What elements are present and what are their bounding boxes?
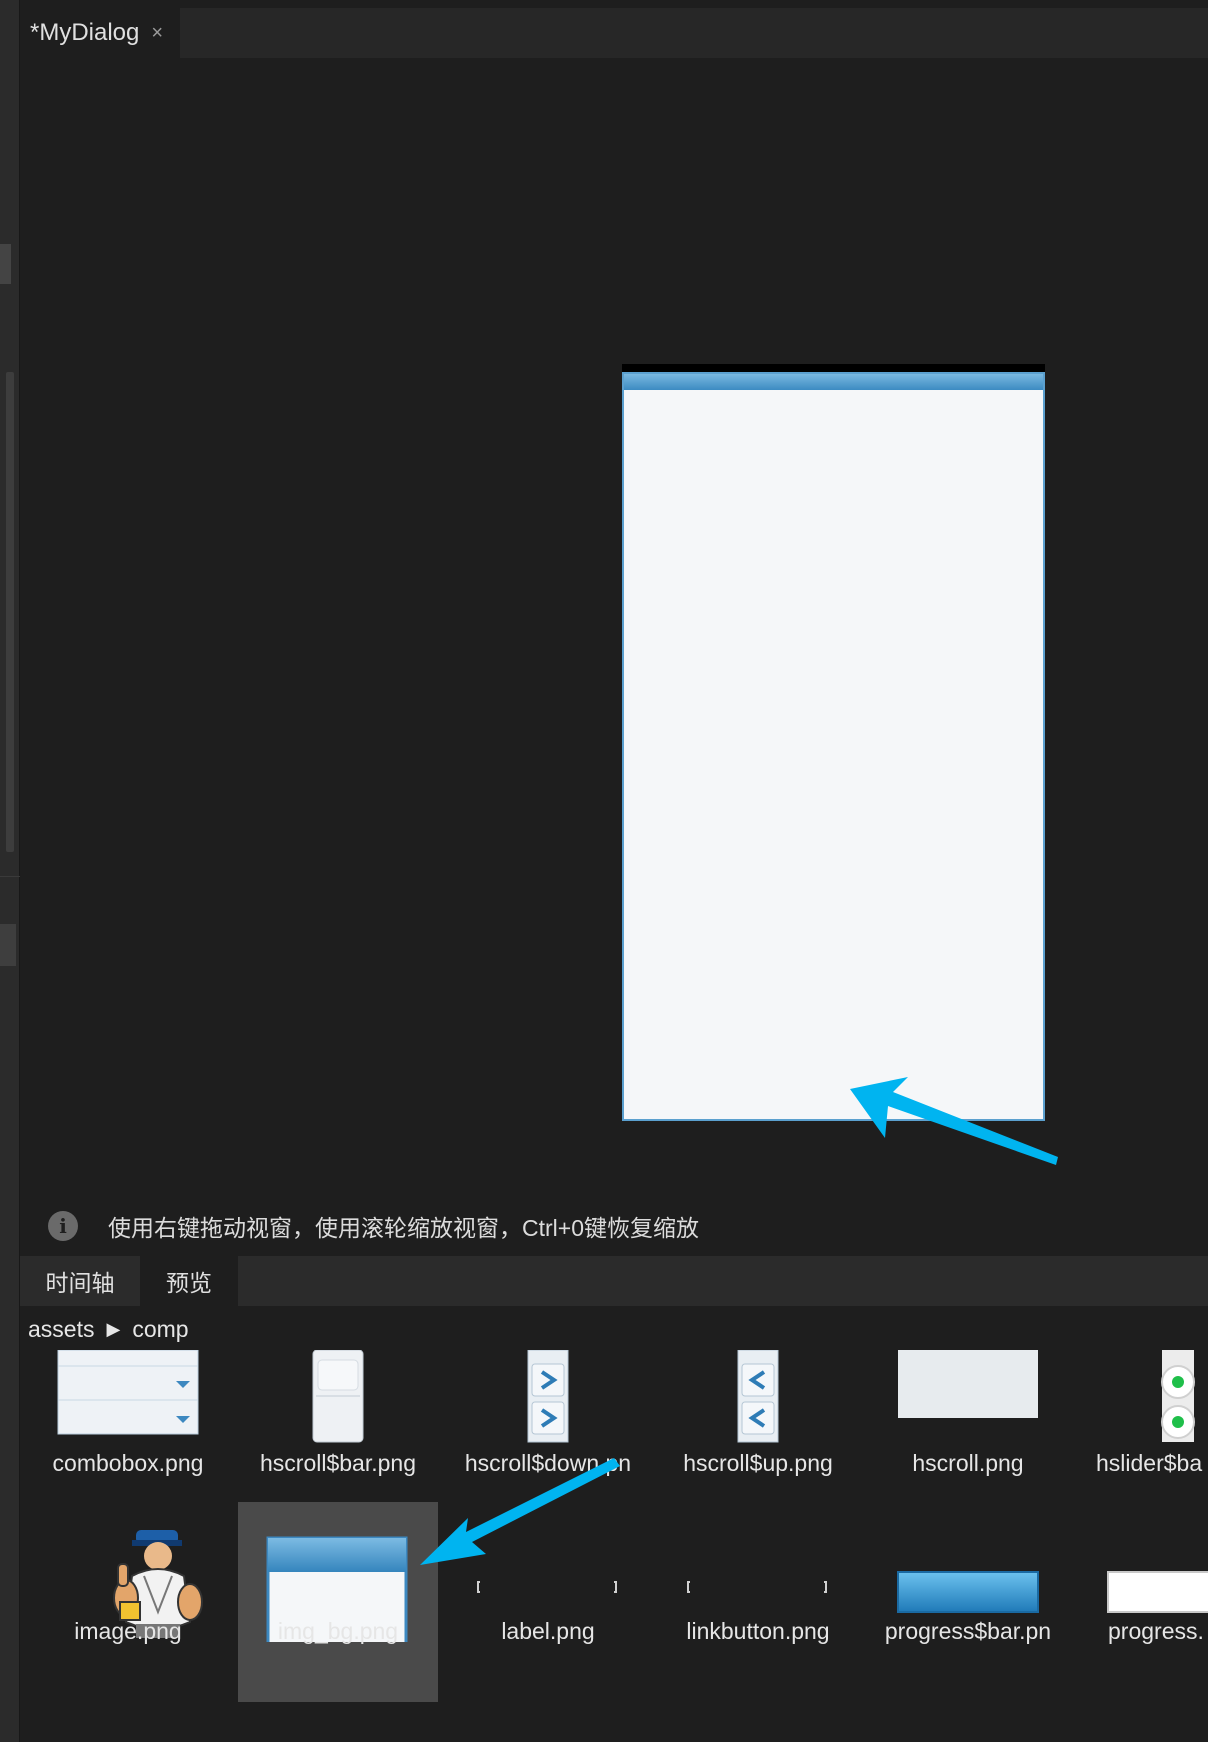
asset-label: img_bg.png xyxy=(277,1618,399,1644)
dialog-top-edge xyxy=(622,364,1045,372)
asset-label: linkbutton.png xyxy=(686,1618,830,1644)
dialog-title-bar xyxy=(624,374,1043,390)
tab-preview[interactable]: 预览 xyxy=(140,1256,238,1306)
editor-window: *MyDialog × i 使用右键拖动视窗，使用滚轮缩放视窗，Ctrl+0键恢… xyxy=(0,0,1208,1742)
asset-progress-bar[interactable]: progress$bar.pn xyxy=(868,1502,1068,1702)
asset-linkbutton[interactable]: linkbutton.png xyxy=(658,1502,858,1702)
asset-label: hscroll.png xyxy=(912,1450,1024,1476)
dialog-preview[interactable] xyxy=(622,372,1045,1121)
tab-title: *MyDialog xyxy=(30,19,140,46)
asset-label: hscroll$down.pn xyxy=(464,1450,632,1476)
hint-text: 使用右键拖动视窗，使用滚轮缩放视窗，Ctrl+0键恢复缩放 xyxy=(108,1215,699,1241)
info-icon: i xyxy=(48,1211,78,1241)
left-panel-handle[interactable] xyxy=(0,244,11,284)
breadcrumb-comp[interactable]: comp xyxy=(132,1316,188,1343)
canvas-hint: i 使用右键拖动视窗，使用滚轮缩放视窗，Ctrl+0键恢复缩放 xyxy=(48,1210,699,1242)
asset-label: label.png xyxy=(501,1618,595,1644)
editor-tab-bar: *MyDialog × xyxy=(20,8,1208,58)
close-icon[interactable]: × xyxy=(151,22,163,45)
asset-label: image.png xyxy=(74,1618,182,1644)
asset-label: hslider$ba xyxy=(1096,1450,1203,1476)
breadcrumb-assets[interactable]: assets xyxy=(28,1316,94,1343)
design-canvas[interactable] xyxy=(20,58,1208,1188)
asset-label: progress. xyxy=(1108,1618,1204,1644)
asset-img-bg[interactable]: img_bg.png xyxy=(238,1502,438,1702)
asset-image[interactable]: image.png xyxy=(28,1502,228,1702)
asset-label: progress$bar.pn xyxy=(884,1618,1052,1644)
left-scrollbar[interactable] xyxy=(6,372,14,852)
asset-label: combobox.png xyxy=(52,1450,204,1476)
asset-label-png[interactable]: label.png xyxy=(448,1502,648,1702)
breadcrumb-arrow-icon: ▶ xyxy=(106,1318,121,1339)
tab-timeline[interactable]: 时间轴 xyxy=(20,1256,140,1306)
left-panel-divider xyxy=(0,876,20,877)
tab-mydialog[interactable]: *MyDialog × xyxy=(20,8,180,58)
asset-label: hscroll$up.png xyxy=(683,1450,833,1476)
asset-label: hscroll$bar.png xyxy=(260,1450,416,1476)
breadcrumb: assets ▶ comp xyxy=(28,1312,189,1346)
bottom-panel-tabs: 时间轴 预览 xyxy=(20,1256,1208,1306)
left-panel-handle-2[interactable] xyxy=(0,924,16,966)
asset-progress[interactable]: progress. xyxy=(1078,1502,1208,1702)
